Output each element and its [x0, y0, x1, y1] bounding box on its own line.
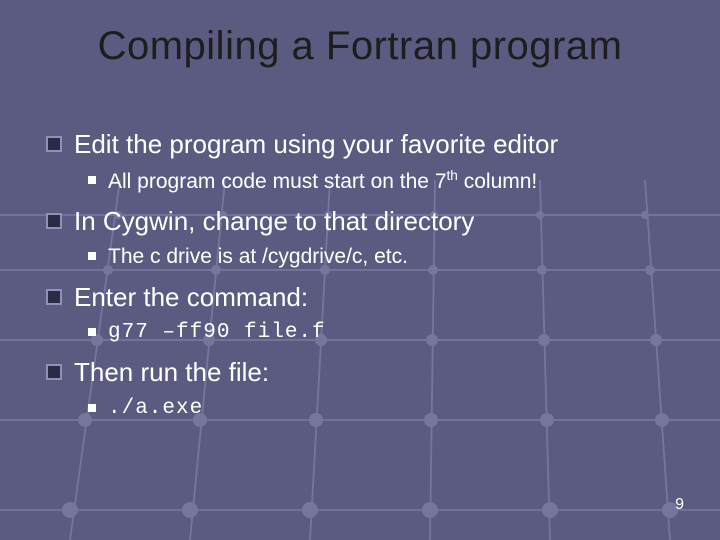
- list-item: Edit the program using your favorite edi…: [46, 128, 690, 161]
- bullet-icon: [46, 364, 62, 380]
- list-item-text: Enter the command:: [74, 281, 308, 314]
- bullet-icon: [46, 213, 62, 229]
- slide-title: Compiling a Fortran program: [0, 24, 720, 69]
- slide-content: Edit the program using your favorite edi…: [46, 128, 690, 432]
- sublist-item-text: All program code must start on the 7th c…: [108, 167, 537, 195]
- sublist-item: The c drive is at /cygdrive/c, etc.: [88, 243, 690, 270]
- list-item-text: Then run the file:: [74, 356, 269, 389]
- sublist-item-text: The c drive is at /cygdrive/c, etc.: [108, 243, 408, 270]
- subbullet-icon: [88, 176, 96, 184]
- list-item-text: Edit the program using your favorite edi…: [74, 128, 558, 161]
- subbullet-icon: [88, 252, 96, 260]
- sublist-item-code: ./a.exe: [108, 395, 203, 422]
- bullet-icon: [46, 289, 62, 305]
- sublist-item: g77 –ff90 file.f: [88, 319, 690, 346]
- list-item-text: In Cygwin, change to that directory: [74, 205, 474, 238]
- list-item: Enter the command:: [46, 281, 690, 314]
- subbullet-icon: [88, 404, 96, 412]
- sublist-item-code: g77 –ff90 file.f: [108, 319, 326, 346]
- slide: Compiling a Fortran program Edit the pro…: [0, 0, 720, 540]
- page-number: 9: [675, 496, 684, 514]
- subbullet-icon: [88, 328, 96, 336]
- sublist-item: All program code must start on the 7th c…: [88, 167, 690, 195]
- list-item: Then run the file:: [46, 356, 690, 389]
- list-item: In Cygwin, change to that directory: [46, 205, 690, 238]
- bullet-icon: [46, 136, 62, 152]
- sublist-item: ./a.exe: [88, 395, 690, 422]
